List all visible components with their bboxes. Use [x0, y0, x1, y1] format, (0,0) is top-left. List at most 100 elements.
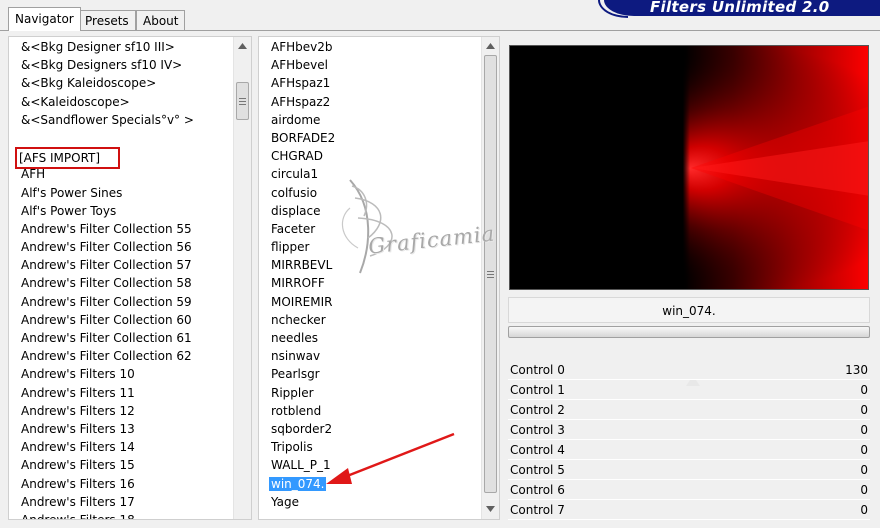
list-item[interactable]: flipper: [259, 238, 481, 256]
control-label: Control 6: [510, 483, 565, 497]
list-item[interactable]: &<Sandflower Specials°v° >: [9, 111, 233, 129]
list-item[interactable]: Rippler: [259, 384, 481, 402]
list-item-label: Andrew's Filters 13: [21, 421, 135, 436]
list-item-label: flipper: [271, 240, 310, 255]
control-row[interactable]: Control 4 0: [508, 440, 870, 460]
list-item[interactable]: Andrew's Filters 10: [9, 365, 233, 383]
tab-presets[interactable]: Presets: [78, 10, 136, 30]
list-item[interactable]: AFHspaz1: [259, 74, 481, 92]
control-value: 0: [860, 423, 868, 437]
control-label: Control 4: [510, 443, 565, 457]
list-item-label: Andrew's Filter Collection 58: [21, 276, 192, 291]
list-item-label: circula1: [271, 167, 319, 182]
list-item[interactable]: displace: [259, 202, 481, 220]
filter-list[interactable]: AFHbev2b AFHbevel AFHspaz1 AFHspaz2 airdome B…: [259, 37, 481, 519]
list-item[interactable]: Andrew's Filters 14: [9, 438, 233, 456]
control-row[interactable]: Control 3 0: [508, 420, 870, 440]
list-item[interactable]: Andrew's Filter Collection 61: [9, 329, 233, 347]
list-item[interactable]: Alf's Power Toys: [9, 202, 233, 220]
app-banner: Filters Unlimited 2.0: [604, 0, 880, 16]
list-item[interactable]: Andrew's Filters 11: [9, 384, 233, 402]
list-item-label: Andrew's Filters 12: [21, 403, 135, 418]
list-item[interactable]: WALL_P_1: [259, 456, 481, 474]
preview-progress-bar: [508, 326, 870, 338]
scroll-up-arrow-icon[interactable]: [234, 37, 251, 54]
list-item[interactable]: Andrew's Filters 12: [9, 402, 233, 420]
category-scroll-thumb[interactable]: [236, 82, 249, 120]
list-item[interactable]: &<Bkg Designer sf10 III>: [9, 38, 233, 56]
list-item[interactable]: nchecker: [259, 311, 481, 329]
control-row[interactable]: Control 0 130: [508, 360, 870, 386]
tab-navigator[interactable]: Navigator: [8, 7, 81, 31]
list-item[interactable]: Yage: [259, 493, 481, 511]
control-row[interactable]: Control 1 0: [508, 380, 870, 400]
list-item[interactable]: circula1: [259, 165, 481, 183]
list-item-label: MIRROFF: [271, 276, 325, 291]
list-item[interactable]: Andrew's Filter Collection 57: [9, 256, 233, 274]
list-item[interactable]: sqborder2: [259, 420, 481, 438]
list-item-label: Andrew's Filter Collection 55: [21, 221, 192, 236]
list-item[interactable]: nsinwav: [259, 347, 481, 365]
scroll-up-arrow-icon[interactable]: [482, 37, 499, 54]
list-item[interactable]: &<Bkg Designers sf10 IV>: [9, 56, 233, 74]
list-item[interactable]: Alf's Power Sines: [9, 184, 233, 202]
list-item[interactable]: AFHbevel: [259, 56, 481, 74]
list-item-label: Andrew's Filters 14: [21, 440, 135, 455]
list-item[interactable]: colfusio: [259, 184, 481, 202]
control-row[interactable]: Control 2 0: [508, 400, 870, 420]
list-item[interactable]: airdome: [259, 111, 481, 129]
list-item[interactable]: Pearlsgr: [259, 365, 481, 383]
list-item[interactable]: Andrew's Filters 16: [9, 475, 233, 493]
list-item-label: WALL_P_1: [271, 458, 331, 473]
list-item[interactable]: &<Kaleidoscope>: [9, 93, 233, 111]
control-value: 130: [845, 363, 868, 377]
grip-icon: [239, 97, 246, 105]
category-list[interactable]: &<Bkg Designer sf10 III> &<Bkg Designers …: [9, 37, 233, 519]
list-item[interactable]: Andrew's Filters 17: [9, 493, 233, 511]
tab-about[interactable]: About: [136, 10, 186, 30]
list-item[interactable]: Andrew's Filter Collection 55: [9, 220, 233, 238]
list-item-label: AFH: [21, 167, 46, 182]
filter-controls: Control 0 130 Control 1 0 Control 2 0 Control …: [508, 360, 870, 520]
control-row[interactable]: Control 7 0: [508, 500, 870, 520]
list-item[interactable]: MOIREMIR: [259, 293, 481, 311]
list-item[interactable]: needles: [259, 329, 481, 347]
list-item[interactable]: Faceter: [259, 220, 481, 238]
list-item[interactable]: AFH: [9, 165, 233, 183]
list-item[interactable]: Andrew's Filter Collection 58: [9, 274, 233, 292]
list-item[interactable]: AFHbev2b: [259, 38, 481, 56]
filter-preview-image: [509, 45, 869, 290]
list-item[interactable]: MIRROFF: [259, 274, 481, 292]
list-item[interactable]: Andrew's Filter Collection 62: [9, 347, 233, 365]
list-item-label: nsinwav: [271, 349, 321, 364]
list-item[interactable]: BORFADE2: [259, 129, 481, 147]
list-item-label: displace: [271, 203, 321, 218]
control-row[interactable]: Control 6 0: [508, 480, 870, 500]
list-item[interactable]: CHGRAD: [259, 147, 481, 165]
list-item[interactable]: Tripolis: [259, 438, 481, 456]
list-item[interactable]: MIRRBEVL: [259, 256, 481, 274]
filter-scrollbar[interactable]: [481, 37, 499, 519]
list-item-label: Andrew's Filter Collection 62: [21, 349, 192, 364]
list-item[interactable]: Andrew's Filters 18: [9, 511, 233, 519]
list-item[interactable]: &<Bkg Kaleidoscope>: [9, 74, 233, 92]
list-item[interactable]: Andrew's Filter Collection 56: [9, 238, 233, 256]
list-item[interactable]: win_074.: [259, 475, 481, 493]
control-row[interactable]: Control 5 0: [508, 460, 870, 480]
control-label: Control 5: [510, 463, 565, 477]
control-value: 0: [860, 403, 868, 417]
list-item[interactable]: Andrew's Filter Collection 59: [9, 293, 233, 311]
list-item[interactable]: Andrew's Filters 13: [9, 420, 233, 438]
list-item[interactable]: AFHspaz2: [259, 93, 481, 111]
list-item[interactable]: [AFS IMPORT]: [9, 147, 233, 170]
control-value: 0: [860, 503, 868, 517]
preview-filter-name: win_074.: [508, 297, 870, 323]
list-item-label: Tripolis: [271, 440, 313, 455]
list-item[interactable]: rotblend: [259, 402, 481, 420]
list-item[interactable]: Andrew's Filters 15: [9, 456, 233, 474]
category-scrollbar[interactable]: [233, 37, 251, 519]
list-item[interactable]: Andrew's Filter Collection 60: [9, 311, 233, 329]
list-item-label: &<Sandflower Specials°v° >: [21, 112, 194, 127]
scroll-down-arrow-icon[interactable]: [482, 500, 499, 517]
filter-scroll-thumb[interactable]: [484, 55, 497, 493]
